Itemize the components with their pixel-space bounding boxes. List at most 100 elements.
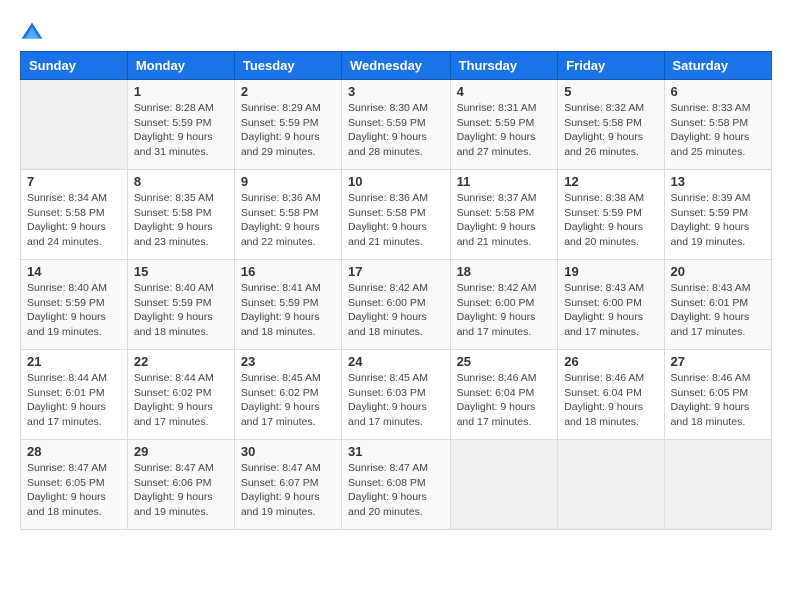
day-info: Sunrise: 8:31 AM Sunset: 5:59 PM Dayligh… xyxy=(457,101,552,160)
logo-icon xyxy=(20,21,44,41)
day-cell: 13 Sunrise: 8:39 AM Sunset: 5:59 PM Dayli… xyxy=(664,170,771,260)
day-cell: 5 Sunrise: 8:32 AM Sunset: 5:58 PM Daylig… xyxy=(558,80,664,170)
week-row-1: 7 Sunrise: 8:34 AM Sunset: 5:58 PM Daylig… xyxy=(21,170,772,260)
day-info: Sunrise: 8:39 AM Sunset: 5:59 PM Dayligh… xyxy=(671,191,765,250)
day-info: Sunrise: 8:46 AM Sunset: 6:04 PM Dayligh… xyxy=(457,371,552,430)
day-info: Sunrise: 8:47 AM Sunset: 6:06 PM Dayligh… xyxy=(134,461,228,520)
day-cell xyxy=(21,80,128,170)
day-info: Sunrise: 8:45 AM Sunset: 6:02 PM Dayligh… xyxy=(241,371,335,430)
day-number: 31 xyxy=(348,444,444,459)
day-cell xyxy=(664,440,771,530)
day-number: 9 xyxy=(241,174,335,189)
day-number: 8 xyxy=(134,174,228,189)
day-info: Sunrise: 8:41 AM Sunset: 5:59 PM Dayligh… xyxy=(241,281,335,340)
day-cell: 16Sunrise: 8:41 AM Sunset: 5:59 PM Dayli… xyxy=(234,260,341,350)
day-number: 3 xyxy=(348,84,444,99)
day-cell: 1 Sunrise: 8:28 AM Sunset: 5:59 PM Daylig… xyxy=(127,80,234,170)
day-number: 29 xyxy=(134,444,228,459)
day-info: Sunrise: 8:30 AM Sunset: 5:59 PM Dayligh… xyxy=(348,101,444,160)
day-number: 22 xyxy=(134,354,228,369)
day-number: 5 xyxy=(564,84,657,99)
day-info: Sunrise: 8:33 AM Sunset: 5:58 PM Dayligh… xyxy=(671,101,765,160)
day-info: Sunrise: 8:34 AM Sunset: 5:58 PM Dayligh… xyxy=(27,191,121,250)
day-cell: 9 Sunrise: 8:36 AM Sunset: 5:58 PM Daylig… xyxy=(234,170,341,260)
day-info: Sunrise: 8:47 AM Sunset: 6:08 PM Dayligh… xyxy=(348,461,444,520)
calendar-table: SundayMondayTuesdayWednesdayThursdayFrid… xyxy=(20,51,772,530)
day-number: 14 xyxy=(27,264,121,279)
header-cell-thursday: Thursday xyxy=(450,52,558,80)
day-number: 19 xyxy=(564,264,657,279)
header-cell-saturday: Saturday xyxy=(664,52,771,80)
calendar-body: 1 Sunrise: 8:28 AM Sunset: 5:59 PM Daylig… xyxy=(21,80,772,530)
day-cell: 15 Sunrise: 8:40 AM Sunset: 5:59 PM Dayli… xyxy=(127,260,234,350)
day-cell: 2Sunrise: 8:29 AM Sunset: 5:59 PM Daylig… xyxy=(234,80,341,170)
day-number: 24 xyxy=(348,354,444,369)
day-number: 26 xyxy=(564,354,657,369)
day-number: 17 xyxy=(348,264,444,279)
day-cell: 24 Sunrise: 8:45 AM Sunset: 6:03 PM Dayli… xyxy=(342,350,451,440)
week-row-4: 28 Sunrise: 8:47 AM Sunset: 6:05 PM Dayli… xyxy=(21,440,772,530)
day-info: Sunrise: 8:46 AM Sunset: 6:05 PM Dayligh… xyxy=(671,371,765,430)
day-cell: 23 Sunrise: 8:45 AM Sunset: 6:02 PM Dayli… xyxy=(234,350,341,440)
day-number: 23 xyxy=(241,354,335,369)
day-number: 12 xyxy=(564,174,657,189)
day-cell xyxy=(450,440,558,530)
day-info: Sunrise: 8:36 AM Sunset: 5:58 PM Dayligh… xyxy=(348,191,444,250)
day-cell: 4Sunrise: 8:31 AM Sunset: 5:59 PM Daylig… xyxy=(450,80,558,170)
day-info: Sunrise: 8:44 AM Sunset: 6:02 PM Dayligh… xyxy=(134,371,228,430)
day-cell: 31 Sunrise: 8:47 AM Sunset: 6:08 PM Dayli… xyxy=(342,440,451,530)
day-number: 6 xyxy=(671,84,765,99)
day-cell: 6 Sunrise: 8:33 AM Sunset: 5:58 PM Daylig… xyxy=(664,80,771,170)
day-cell: 17Sunrise: 8:42 AM Sunset: 6:00 PM Dayli… xyxy=(342,260,451,350)
day-number: 28 xyxy=(27,444,121,459)
day-number: 13 xyxy=(671,174,765,189)
header-cell-monday: Monday xyxy=(127,52,234,80)
day-info: Sunrise: 8:40 AM Sunset: 5:59 PM Dayligh… xyxy=(134,281,228,340)
day-info: Sunrise: 8:45 AM Sunset: 6:03 PM Dayligh… xyxy=(348,371,444,430)
day-cell: 20Sunrise: 8:43 AM Sunset: 6:01 PM Dayli… xyxy=(664,260,771,350)
day-cell: 21Sunrise: 8:44 AM Sunset: 6:01 PM Dayli… xyxy=(21,350,128,440)
day-cell: 27 Sunrise: 8:46 AM Sunset: 6:05 PM Dayli… xyxy=(664,350,771,440)
week-row-3: 21Sunrise: 8:44 AM Sunset: 6:01 PM Dayli… xyxy=(21,350,772,440)
day-number: 20 xyxy=(671,264,765,279)
day-info: Sunrise: 8:38 AM Sunset: 5:59 PM Dayligh… xyxy=(564,191,657,250)
day-number: 30 xyxy=(241,444,335,459)
header-cell-friday: Friday xyxy=(558,52,664,80)
day-number: 18 xyxy=(457,264,552,279)
header-cell-tuesday: Tuesday xyxy=(234,52,341,80)
day-number: 10 xyxy=(348,174,444,189)
day-info: Sunrise: 8:47 AM Sunset: 6:07 PM Dayligh… xyxy=(241,461,335,520)
day-number: 25 xyxy=(457,354,552,369)
page-header xyxy=(20,20,772,41)
day-info: Sunrise: 8:35 AM Sunset: 5:58 PM Dayligh… xyxy=(134,191,228,250)
day-info: Sunrise: 8:36 AM Sunset: 5:58 PM Dayligh… xyxy=(241,191,335,250)
day-cell: 11Sunrise: 8:37 AM Sunset: 5:58 PM Dayli… xyxy=(450,170,558,260)
day-number: 7 xyxy=(27,174,121,189)
day-number: 1 xyxy=(134,84,228,99)
day-info: Sunrise: 8:32 AM Sunset: 5:58 PM Dayligh… xyxy=(564,101,657,160)
header-cell-wednesday: Wednesday xyxy=(342,52,451,80)
day-cell: 10 Sunrise: 8:36 AM Sunset: 5:58 PM Dayli… xyxy=(342,170,451,260)
day-cell: 3 Sunrise: 8:30 AM Sunset: 5:59 PM Daylig… xyxy=(342,80,451,170)
day-cell: 12 Sunrise: 8:38 AM Sunset: 5:59 PM Dayli… xyxy=(558,170,664,260)
day-cell: 26 Sunrise: 8:46 AM Sunset: 6:04 PM Dayli… xyxy=(558,350,664,440)
week-row-0: 1 Sunrise: 8:28 AM Sunset: 5:59 PM Daylig… xyxy=(21,80,772,170)
day-number: 15 xyxy=(134,264,228,279)
header-row: SundayMondayTuesdayWednesdayThursdayFrid… xyxy=(21,52,772,80)
day-number: 11 xyxy=(457,174,552,189)
day-cell: 18Sunrise: 8:42 AM Sunset: 6:00 PM Dayli… xyxy=(450,260,558,350)
day-cell: 25 Sunrise: 8:46 AM Sunset: 6:04 PM Dayli… xyxy=(450,350,558,440)
day-number: 27 xyxy=(671,354,765,369)
day-cell: 7 Sunrise: 8:34 AM Sunset: 5:58 PM Daylig… xyxy=(21,170,128,260)
day-info: Sunrise: 8:47 AM Sunset: 6:05 PM Dayligh… xyxy=(27,461,121,520)
day-info: Sunrise: 8:46 AM Sunset: 6:04 PM Dayligh… xyxy=(564,371,657,430)
day-info: Sunrise: 8:40 AM Sunset: 5:59 PM Dayligh… xyxy=(27,281,121,340)
day-info: Sunrise: 8:44 AM Sunset: 6:01 PM Dayligh… xyxy=(27,371,121,430)
calendar-header: SundayMondayTuesdayWednesdayThursdayFrid… xyxy=(21,52,772,80)
day-cell: 8 Sunrise: 8:35 AM Sunset: 5:58 PM Daylig… xyxy=(127,170,234,260)
day-cell: 22 Sunrise: 8:44 AM Sunset: 6:02 PM Dayli… xyxy=(127,350,234,440)
day-info: Sunrise: 8:28 AM Sunset: 5:59 PM Dayligh… xyxy=(134,101,228,160)
day-number: 2 xyxy=(241,84,335,99)
day-cell: 28 Sunrise: 8:47 AM Sunset: 6:05 PM Dayli… xyxy=(21,440,128,530)
day-cell xyxy=(558,440,664,530)
